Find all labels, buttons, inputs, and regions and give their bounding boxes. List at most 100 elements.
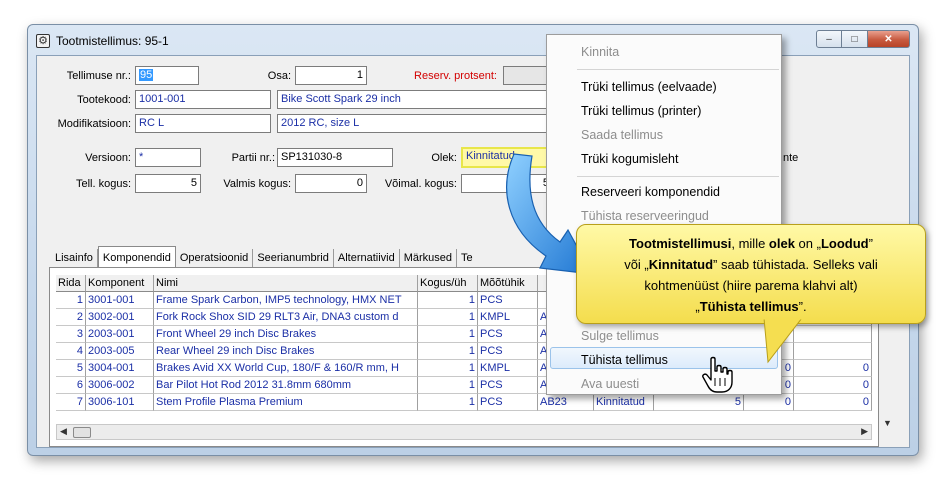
modification-name-field[interactable]: 2012 RC, size L	[277, 114, 553, 133]
cell-nimi[interactable]: Fork Rock Shox SID 29 RLT3 Air, DNA3 cus…	[154, 309, 418, 326]
cell-kogus[interactable]: 1	[418, 394, 478, 411]
callout-text: Tühista tellimus	[699, 299, 799, 314]
callout-text: Kinnitatud	[648, 257, 714, 272]
product-name-field[interactable]: Bike Scott Spark 29 inch	[277, 90, 553, 109]
modification-code-field[interactable]: RC L	[135, 114, 271, 133]
callout-line-4: „Tühista tellimus”.	[577, 296, 925, 317]
order-qty-field[interactable]: 5	[135, 174, 201, 193]
menu-item-cancel-reservations[interactable]: Tühista reserveeringud	[581, 209, 709, 223]
scroll-right-arrow-icon[interactable]: ▶	[861, 426, 868, 437]
tab-komponendid[interactable]: Komponendid	[97, 246, 176, 268]
callout-text: on „	[794, 236, 821, 251]
cell-yhik[interactable]: PCS	[478, 394, 538, 411]
cell-rida[interactable]: 2	[56, 309, 86, 326]
cell-kogus[interactable]: 1	[418, 292, 478, 309]
tab-lisainfo[interactable]: Lisainfo	[51, 249, 98, 267]
callout-line-3: kohtmenüüst (hiire parema klahvi alt)	[644, 278, 858, 293]
cell-c10[interactable]: 0	[794, 377, 872, 394]
tab-seerianumbrid[interactable]: Seerianumbrid	[253, 249, 334, 267]
cell-c7[interactable]: Kinnitatud	[594, 394, 654, 411]
tab-partial[interactable]: Te	[457, 249, 477, 267]
window-controls: – □ ✕	[816, 30, 910, 48]
product-code-field[interactable]: 1001-001	[135, 90, 271, 109]
cell-komponent[interactable]: 3006-101	[86, 394, 154, 411]
cell-rida[interactable]: 5	[56, 360, 86, 377]
cell-nimi[interactable]: Brakes Avid XX World Cup, 180/F & 160/R …	[154, 360, 418, 377]
maximize-button[interactable]: □	[842, 30, 868, 48]
cell-komponent[interactable]: 2003-005	[86, 343, 154, 360]
cell-nimi[interactable]: Front Wheel 29 inch Disc Brakes	[154, 326, 418, 343]
order-no-label: Tellimuse nr.:	[66, 70, 131, 82]
menu-item-send-order[interactable]: Saada tellimus	[581, 128, 663, 142]
cell-c10[interactable]: 0	[794, 394, 872, 411]
part-label: Osa:	[267, 70, 291, 82]
horizontal-scrollbar[interactable]: ◀ ▶	[56, 424, 872, 440]
cell-c8[interactable]: 5	[654, 394, 744, 411]
menu-separator	[577, 69, 779, 70]
tab-markused[interactable]: Märkused	[400, 249, 458, 267]
order-no-field[interactable]: 95	[135, 66, 199, 85]
cell-yhik[interactable]: KMPL	[478, 360, 538, 377]
ready-qty-field[interactable]: 0	[295, 174, 367, 193]
callout-text: ” saab tühistada. Selleks vali	[713, 257, 878, 272]
scroll-down-arrow-icon[interactable]: ▼	[883, 418, 892, 428]
menu-item-reserve-components[interactable]: Reserveeri komponendid	[581, 185, 720, 199]
order-qty-label: Tell. kogus:	[75, 178, 131, 190]
cell-komponent[interactable]: 3001-001	[86, 292, 154, 309]
cell-kogus[interactable]: 1	[418, 326, 478, 343]
cell-komponent[interactable]: 3002-001	[86, 309, 154, 326]
version-field[interactable]: *	[135, 148, 201, 167]
version-label: Versioon:	[85, 152, 131, 164]
cell-rida[interactable]: 3	[56, 326, 86, 343]
cell-rida[interactable]: 6	[56, 377, 86, 394]
cell-nimi[interactable]: Rear Wheel 29 inch Disc Brakes	[154, 343, 418, 360]
part-field[interactable]: 1	[295, 66, 367, 85]
cell-kogus[interactable]: 1	[418, 343, 478, 360]
reserve-percent-label: Reserv. protsent:	[414, 70, 497, 82]
callout-text: olek	[768, 236, 795, 251]
col-header-komponent[interactable]: Komponent	[86, 275, 154, 292]
callout-text: või „	[624, 257, 649, 272]
table-row[interactable]: 7 3006-101 Stem Profile Plasma Premium 1 PCS…	[56, 394, 872, 411]
col-header-kogus[interactable]: Kogus/üh	[418, 275, 478, 292]
cell-kogus[interactable]: 1	[418, 377, 478, 394]
menu-item-print-preview[interactable]: Trüki tellimus (eelvaade)	[581, 80, 717, 94]
cell-nimi[interactable]: Stem Profile Plasma Premium	[154, 394, 418, 411]
title-bar[interactable]: ⚙ Tootmistellimus: 95-1 – □ ✕	[28, 25, 918, 55]
close-button[interactable]: ✕	[868, 30, 910, 48]
cell-kogus[interactable]: 1	[418, 309, 478, 326]
tab-operatsioonid[interactable]: Operatsioonid	[176, 249, 254, 267]
cell-rida[interactable]: 7	[56, 394, 86, 411]
callout-text: Tootmistellimusi	[629, 236, 732, 251]
cell-c6[interactable]: AB23	[538, 394, 594, 411]
col-header-nimi[interactable]: Nimi	[154, 275, 418, 292]
cell-yhik[interactable]: KMPL	[478, 309, 538, 326]
tab-alternatiivid[interactable]: Alternatiivid	[334, 249, 400, 267]
scroll-thumb[interactable]	[73, 427, 91, 438]
menu-item-print-printer[interactable]: Trüki tellimus (printer)	[581, 104, 701, 118]
menu-item-reopen[interactable]: Ava uuesti	[581, 377, 639, 391]
cell-kogus[interactable]: 1	[418, 360, 478, 377]
menu-item-kinnita[interactable]: Kinnita	[581, 45, 619, 59]
help-callout: Tootmistellimusi, mille olek on „Loodud”…	[576, 224, 926, 324]
menu-item-cancel-order[interactable]: Tühista tellimus	[581, 353, 668, 367]
cell-yhik[interactable]: PCS	[478, 377, 538, 394]
cell-komponent[interactable]: 2003-001	[86, 326, 154, 343]
menu-item-close-order[interactable]: Sulge tellimus	[581, 329, 659, 343]
cell-c9[interactable]: 0	[744, 394, 794, 411]
cell-yhik[interactable]: PCS	[478, 326, 538, 343]
cell-yhik[interactable]: PCS	[478, 343, 538, 360]
callout-line-1: Tootmistellimusi, mille olek on „Loodud”	[577, 233, 925, 254]
cell-nimi[interactable]: Frame Spark Carbon, IMP5 technology, HMX…	[154, 292, 418, 309]
scroll-left-arrow-icon[interactable]: ◀	[60, 426, 67, 437]
cell-komponent[interactable]: 3006-002	[86, 377, 154, 394]
cell-komponent[interactable]: 3004-001	[86, 360, 154, 377]
possible-qty-label: Võimal. kogus:	[384, 178, 457, 190]
callout-text: ”	[868, 236, 873, 251]
cell-rida[interactable]: 1	[56, 292, 86, 309]
minimize-button[interactable]: –	[816, 30, 842, 48]
cell-nimi[interactable]: Bar Pilot Hot Rod 2012 31.8mm 680mm	[154, 377, 418, 394]
cell-rida[interactable]: 4	[56, 343, 86, 360]
batch-field[interactable]: SP131030-8	[277, 148, 393, 167]
col-header-rida[interactable]: Rida	[56, 275, 86, 292]
